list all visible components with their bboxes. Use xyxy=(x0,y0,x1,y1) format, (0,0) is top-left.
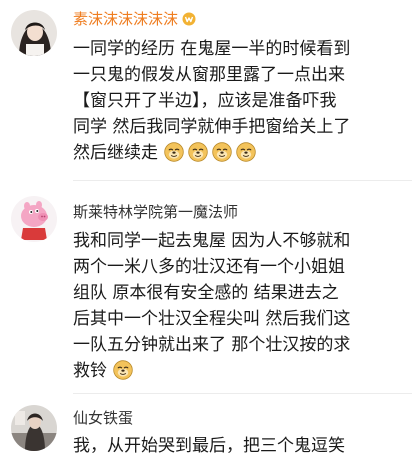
comment-line: 然后继续走 xyxy=(73,143,158,163)
comment-line: 【窗只开了半边】，应该是准备吓我 xyxy=(73,91,337,111)
comment-line: 组队 原本很有安全感的 结果进去之 xyxy=(73,283,339,303)
comment-line: 一队五分钟就出来了 那个壮汉按的求 xyxy=(73,335,351,355)
comment-text: 我，从开始哭到最后，把三个鬼逗笑 xyxy=(73,433,405,459)
doge-emoji-icon xyxy=(188,142,208,162)
username[interactable]: 素沫沫沫沫沫沫 xyxy=(73,10,196,28)
doge-emoji-icon xyxy=(236,142,256,162)
comment-text: 我和同学一起去鬼屋 因为人不够就和 两个一米八多的壮汉还有一个小姐姐 组队 原本… xyxy=(73,228,405,384)
comment-line: 救铃 xyxy=(73,361,107,381)
username[interactable]: 斯莱特林学院第一魔法师 xyxy=(73,203,238,221)
comment-line: 一同学的经历 在鬼屋一半的时候看到 xyxy=(73,39,351,59)
avatar[interactable] xyxy=(11,196,57,242)
comment-line: 同学 然后我同学就伸手把窗给关上了 xyxy=(73,117,351,137)
avatar[interactable] xyxy=(11,10,57,56)
divider xyxy=(73,393,412,394)
comment-line-with-emoji: 救铃 xyxy=(73,358,405,384)
emoji-row xyxy=(158,142,260,163)
comment-text: 一同学的经历 在鬼屋一半的时候看到 一只鬼的假发从窗那里露了一点出来 【窗只开了… xyxy=(73,36,405,166)
username-text[interactable]: 仙女铁蛋 xyxy=(73,409,133,427)
comment-line-with-emoji: 然后继续走 xyxy=(73,140,405,166)
comment-line: 两个一米八多的壮汉还有一个小姐姐 xyxy=(73,257,345,277)
username[interactable]: 仙女铁蛋 xyxy=(73,409,133,427)
comment-line: 后其中一个壮汉全程尖叫 然后我们这 xyxy=(73,309,351,329)
doge-emoji-icon xyxy=(164,142,184,162)
doge-emoji-icon xyxy=(113,360,133,380)
divider xyxy=(73,180,412,181)
username-text[interactable]: 素沫沫沫沫沫沫 xyxy=(73,10,178,28)
emoji-row xyxy=(107,360,137,381)
username-text[interactable]: 斯莱特林学院第一魔法师 xyxy=(73,203,238,221)
doge-emoji-icon xyxy=(212,142,232,162)
vip-badge-icon xyxy=(182,12,196,26)
comment-line: 一只鬼的假发从窗那里露了一点出来 xyxy=(73,65,345,85)
comment-line: 我，从开始哭到最后，把三个鬼逗笑 xyxy=(73,436,345,456)
comment-line: 我和同学一起去鬼屋 因为人不够就和 xyxy=(73,231,351,251)
avatar[interactable] xyxy=(11,405,57,451)
